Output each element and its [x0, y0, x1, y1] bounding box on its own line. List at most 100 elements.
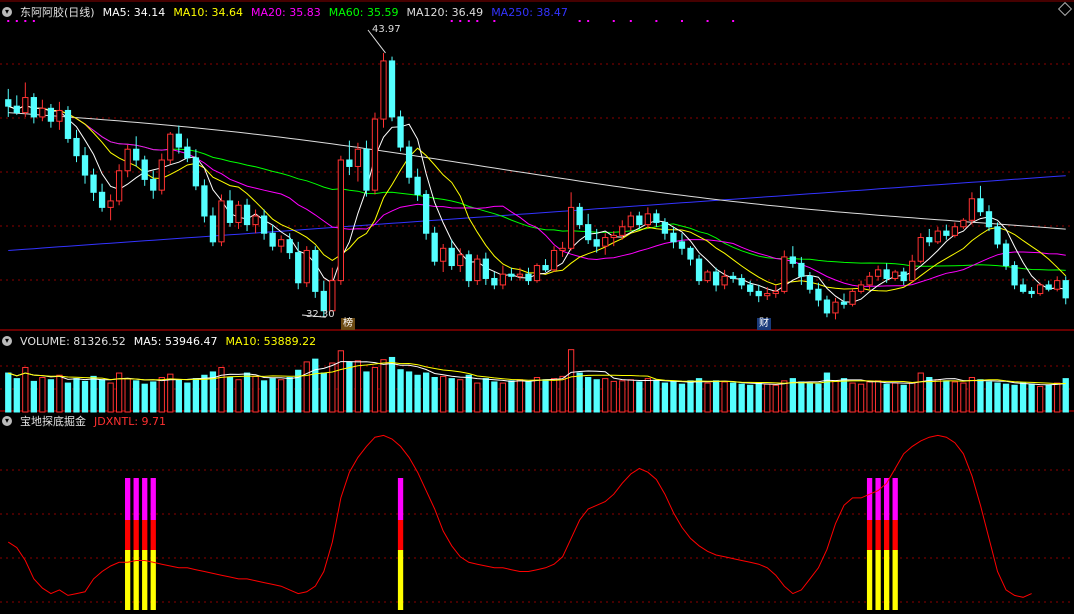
- candle-body: [252, 215, 259, 226]
- volume-bar: [278, 379, 285, 413]
- volume-bar: [22, 366, 29, 413]
- candle-body: [260, 215, 268, 234]
- volume-bar: [730, 382, 737, 413]
- volume-bar: [1045, 384, 1052, 413]
- volume-bar: [346, 361, 353, 413]
- low-price-label: 32.30: [306, 309, 335, 320]
- candle-body: [457, 254, 464, 267]
- signal-bar-top: [133, 478, 139, 520]
- top-dot-marker: [629, 20, 632, 22]
- volume-bar: [636, 381, 643, 413]
- volume-bar: [107, 382, 114, 413]
- volume-bar: [13, 378, 20, 413]
- volume-bar: [303, 361, 310, 413]
- candle-body: [866, 275, 873, 286]
- volume-bar: [329, 362, 336, 413]
- volume-bar: [226, 376, 234, 413]
- candle-body: [158, 159, 165, 191]
- candle-body: [414, 176, 421, 195]
- volume-bar: [892, 382, 899, 413]
- top-dot-marker: [7, 20, 10, 22]
- candle-body: [567, 206, 575, 249]
- candle-body: [994, 226, 1001, 245]
- volume-bar: [5, 372, 12, 413]
- candle-body: [678, 241, 686, 249]
- signal-bar-mid: [892, 520, 898, 550]
- candle-body: [883, 269, 890, 279]
- signal-bar-low: [150, 550, 156, 610]
- volume-bar: [474, 382, 481, 413]
- candle-body: [363, 148, 370, 191]
- volume-bar: [567, 349, 575, 413]
- volume-bar: [798, 381, 805, 413]
- volume-bar: [823, 372, 831, 413]
- candle-body: [508, 273, 515, 277]
- candle-body: [39, 107, 46, 118]
- candle-body: [738, 277, 745, 286]
- candle-body: [380, 60, 387, 120]
- candle-body: [278, 239, 285, 247]
- stock-title[interactable]: 东阿阿胶(日线): [20, 4, 95, 20]
- candle-body: [644, 213, 652, 226]
- volume-bar: [235, 379, 242, 413]
- candle-body: [226, 200, 234, 223]
- top-dot-marker: [467, 20, 470, 22]
- volume-bar: [1011, 384, 1018, 413]
- candle-body: [440, 247, 447, 262]
- signal-bar-low: [892, 550, 898, 610]
- volume-bar: [133, 380, 140, 413]
- volume-bar: [533, 376, 541, 413]
- candle-body: [47, 107, 55, 122]
- top-dot-marker: [32, 20, 35, 22]
- chevron-down-icon[interactable]: ▾: [2, 7, 12, 17]
- signal-bar-low: [875, 550, 881, 610]
- candle-body: [295, 252, 302, 284]
- ma10-label: MA10: 34.64: [173, 5, 244, 19]
- volume-bar: [550, 378, 558, 413]
- volume-bar: [184, 382, 191, 413]
- volume-bar: [47, 379, 55, 413]
- volume-bar: [712, 380, 720, 413]
- candle-body: [1054, 280, 1061, 290]
- candle-body: [286, 239, 293, 254]
- volume-bar: [422, 372, 430, 413]
- candle-body: [695, 258, 703, 282]
- volume-bar: [158, 376, 165, 413]
- volume-bar: [857, 383, 865, 413]
- volume-bar: [755, 382, 762, 413]
- chevron-down-icon[interactable]: ▾: [2, 336, 12, 346]
- volume-bar: [789, 378, 796, 413]
- candle-body: [610, 234, 617, 239]
- volume-bar: [354, 360, 362, 413]
- candle-body: [559, 247, 566, 251]
- candle-body: [354, 148, 362, 167]
- candle-body: [98, 191, 106, 208]
- candle-body: [209, 215, 217, 243]
- top-dot-marker: [680, 20, 683, 22]
- volume-bar: [482, 378, 489, 413]
- volume-bar: [508, 380, 515, 413]
- candle-body: [516, 273, 524, 277]
- top-dot-marker: [732, 20, 735, 22]
- volume-bar: [721, 381, 728, 413]
- candle-body: [107, 200, 114, 208]
- volume-bar: [141, 383, 148, 413]
- volume-bar: [977, 379, 984, 413]
- volume-bar: [363, 371, 370, 413]
- financial-tag[interactable]: 财: [757, 318, 771, 330]
- volume-bar: [747, 384, 754, 413]
- ranking-tag[interactable]: 榜: [341, 318, 355, 330]
- volume-bar: [678, 383, 686, 413]
- signal-bar-mid: [142, 520, 148, 550]
- volume-bar: [243, 372, 251, 413]
- volume-bar: [994, 382, 1001, 413]
- candle-body: [602, 237, 609, 247]
- candle-body: [371, 118, 379, 191]
- candle-body: [926, 237, 933, 243]
- volume-bar: [1028, 383, 1035, 413]
- volume-bar: [917, 372, 924, 413]
- chevron-down-icon[interactable]: ▾: [2, 416, 12, 426]
- volume-bar: [64, 382, 72, 413]
- volume-ma10-label: MA10: 53889.22: [225, 334, 317, 348]
- signal-bar-mid: [866, 520, 873, 550]
